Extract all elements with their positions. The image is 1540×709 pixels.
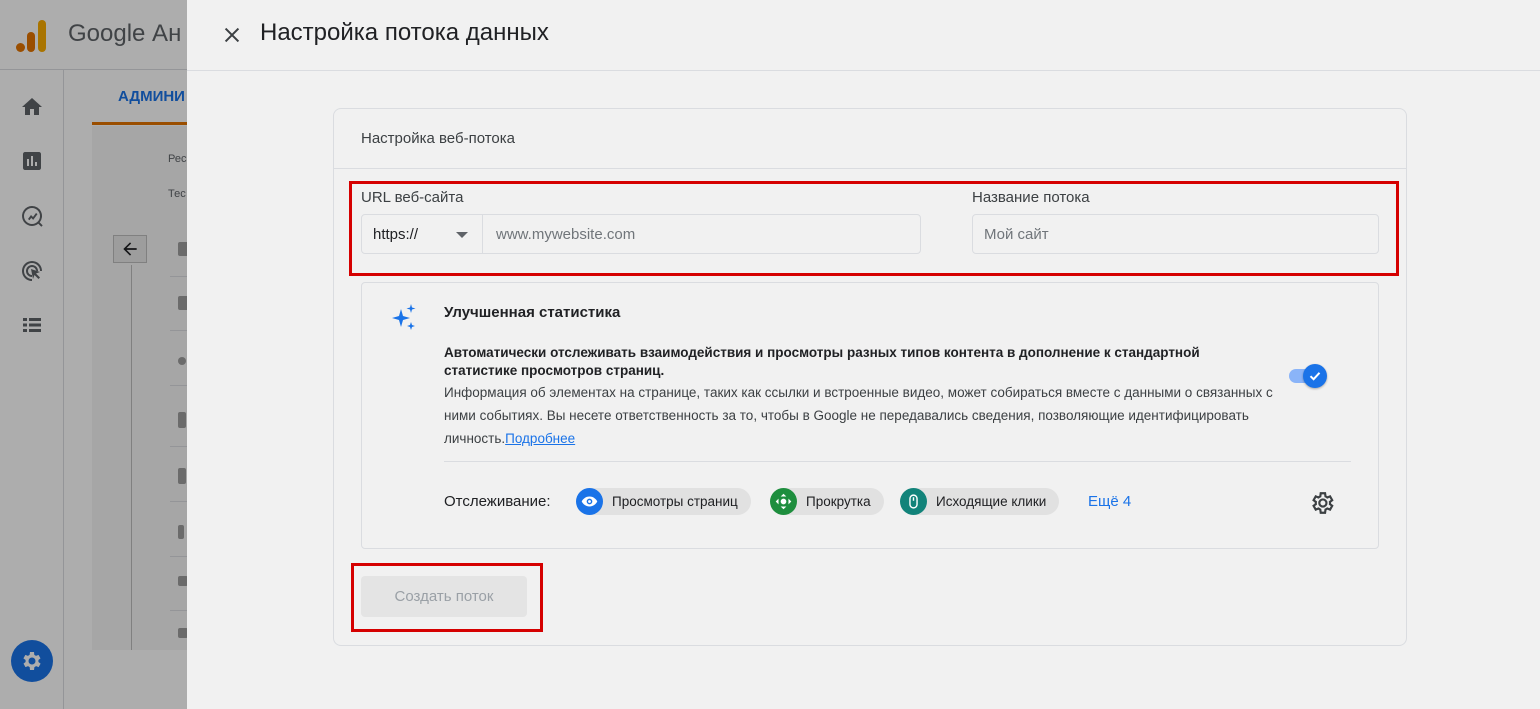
enhanced-stats-toggle[interactable] [1287,363,1329,389]
url-field: https:// [361,214,921,254]
website-url-input[interactable] [484,215,920,253]
dropdown-caret-icon [456,232,468,238]
protocol-select[interactable]: https:// [362,215,483,253]
scroll-icon [770,488,797,515]
protocol-value: https:// [373,225,419,243]
card-title: Настройка веб-потока [361,130,515,147]
close-icon[interactable] [217,20,247,50]
tracking-label: Отслеживание: [444,493,551,510]
gear-icon[interactable] [1310,490,1336,516]
chip-label: Прокрутка [806,494,871,509]
divider [334,168,1406,169]
dialog-header: Настройка потока данных [187,0,1540,71]
stream-name-input[interactable] [973,215,1377,253]
more-events-link[interactable]: Ещё 4 [1088,493,1131,510]
mouse-icon [900,488,927,515]
data-stream-dialog: Настройка потока данных Настройка веб-по… [187,0,1540,709]
enhanced-measurement-section: Улучшенная статистика Автоматически отсл… [361,282,1379,549]
chip-outbound-clicks[interactable]: Исходящие клики [900,488,1060,515]
sparkle-icon [390,303,418,331]
enhanced-stats-summary: Автоматически отслеживать взаимодействия… [444,345,1200,378]
check-icon [1303,364,1327,388]
eye-icon [576,488,603,515]
stream-name-field [972,214,1379,254]
enhanced-stats-description: Автоматически отслеживать взаимодействия… [444,344,1274,450]
stream-name-label: Название потока [972,189,1090,206]
chip-page-views[interactable]: Просмотры страниц [576,488,751,515]
url-field-label: URL веб-сайта [361,189,464,206]
chip-label: Просмотры страниц [612,494,738,509]
create-stream-button[interactable]: Создать поток [361,576,527,617]
learn-more-link[interactable]: Подробнее [505,431,575,446]
chip-scroll[interactable]: Прокрутка [770,488,884,515]
enhanced-stats-title: Улучшенная статистика [444,304,621,321]
divider [444,461,1351,462]
chip-label: Исходящие клики [936,494,1047,509]
web-stream-card: Настройка веб-потока URL веб-сайта https… [333,108,1407,646]
dialog-title: Настройка потока данных [260,19,549,46]
